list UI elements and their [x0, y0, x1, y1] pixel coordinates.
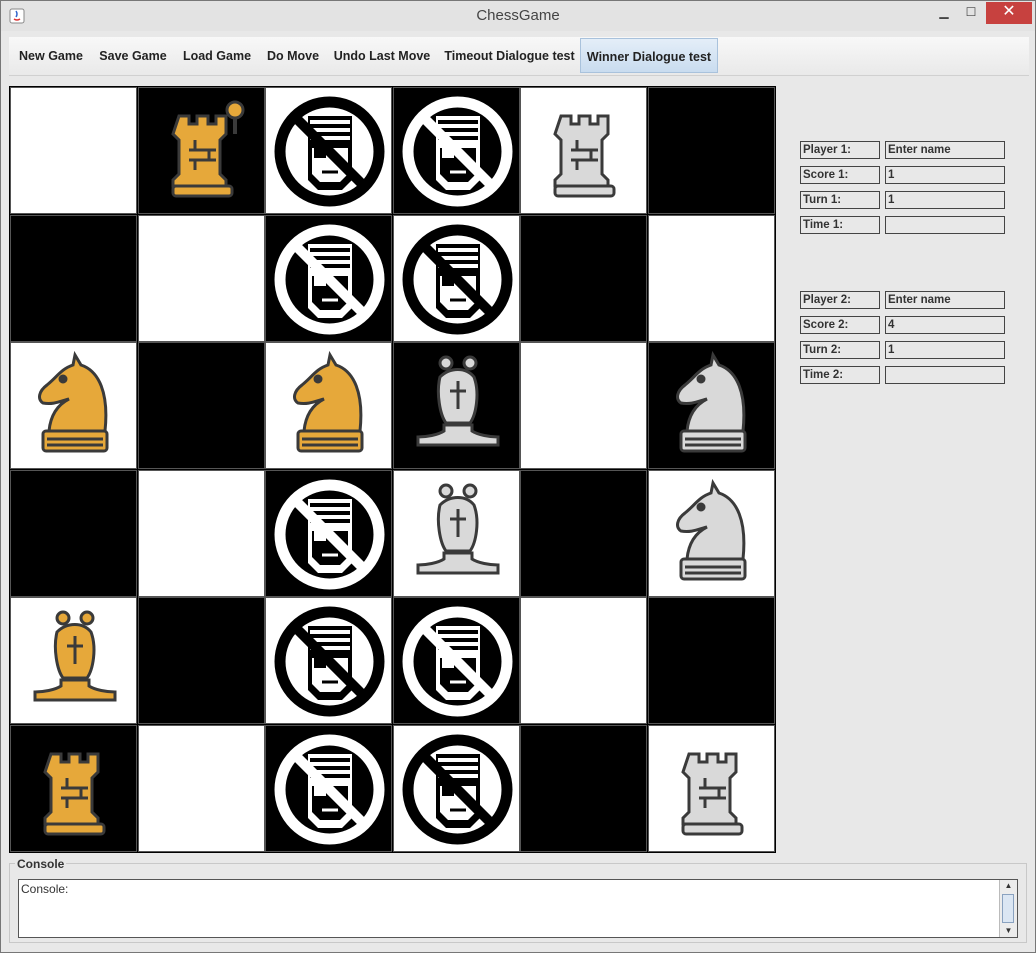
console-text: Console:: [21, 882, 69, 896]
player2-name-field[interactable]: Enter name: [885, 291, 1005, 309]
gold-rook-icon: [43, 752, 106, 835]
board-square-1-1[interactable]: [137, 214, 265, 342]
undo-last-move-button[interactable]: Undo Last Move: [328, 38, 436, 73]
board-square-1-5[interactable]: [647, 214, 775, 342]
console-textarea[interactable]: Console: ▲ ▼: [18, 879, 1018, 938]
player2-time-label: Time 2:: [800, 366, 880, 384]
board-square-0-2[interactable]: [265, 87, 392, 214]
board-square-5-0[interactable]: [10, 724, 137, 852]
player1-time-field[interactable]: [885, 216, 1005, 234]
player2-time-field[interactable]: [885, 366, 1005, 384]
player2-turn-label: Turn 2:: [800, 341, 880, 359]
board-square-1-4[interactable]: [520, 214, 647, 342]
console-scrollbar[interactable]: ▲ ▼: [999, 880, 1017, 937]
pirate-icon: [274, 96, 385, 207]
board-square-1-2[interactable]: [265, 214, 392, 342]
gold-knight-icon: [38, 350, 109, 453]
app-window: ChessGame ▁ ☐ ✕ New Game Save Game Load …: [0, 0, 1036, 953]
board-square-2-5[interactable]: [647, 342, 775, 469]
board-square-5-4[interactable]: [520, 724, 647, 852]
board-square-5-2[interactable]: [265, 724, 392, 852]
player2-turn-field[interactable]: 1: [885, 341, 1005, 359]
maximize-button[interactable]: ☐: [956, 2, 986, 24]
pirate-icon: [274, 479, 385, 589]
pirate-icon: [402, 606, 512, 717]
board-square-1-0[interactable]: [10, 214, 137, 342]
board-square-4-2[interactable]: [265, 597, 392, 724]
new-game-button[interactable]: New Game: [11, 38, 91, 73]
board-square-4-4[interactable]: [520, 597, 647, 724]
board-square-2-4[interactable]: [520, 342, 647, 469]
player1-name-field[interactable]: Enter name: [885, 141, 1005, 159]
pirate-icon: [274, 224, 385, 334]
winner-dialogue-test-button[interactable]: Winner Dialogue test: [580, 38, 718, 73]
player1-score-field[interactable]: 1: [885, 166, 1005, 184]
board-square-0-4[interactable]: [520, 87, 647, 214]
gold-knight-icon: [293, 350, 364, 453]
board-square-4-5[interactable]: [647, 597, 775, 724]
board-square-0-1[interactable]: [137, 87, 265, 214]
load-game-button[interactable]: Load Game: [176, 38, 258, 73]
save-game-button[interactable]: Save Game: [93, 38, 173, 73]
board-square-2-0[interactable]: [10, 342, 137, 469]
pirate-icon: [402, 734, 512, 844]
board-square-4-1[interactable]: [137, 597, 265, 724]
timeout-dialogue-test-button[interactable]: Timeout Dialogue test: [439, 38, 580, 73]
board-square-3-0[interactable]: [10, 469, 137, 597]
board-square-5-5[interactable]: [647, 724, 775, 852]
silver-bishop-icon: [416, 355, 499, 447]
player1-turn-field[interactable]: 1: [885, 191, 1005, 209]
board-square-5-3[interactable]: [392, 724, 520, 852]
player1-turn-label: Turn 1:: [800, 191, 880, 209]
gold-rook-key-icon: [170, 100, 244, 198]
minimize-button[interactable]: ▁: [929, 2, 959, 24]
board-square-3-1[interactable]: [137, 469, 265, 597]
pirate-icon: [274, 606, 385, 717]
pirate-icon: [274, 734, 385, 844]
silver-rook-icon: [553, 114, 616, 198]
board-square-5-1[interactable]: [137, 724, 265, 852]
board-square-3-3[interactable]: [392, 469, 520, 597]
player1-score-label: Score 1:: [800, 166, 880, 184]
player2-score-label: Score 2:: [800, 316, 880, 334]
scroll-thumb[interactable]: [1002, 894, 1014, 923]
scroll-up-arrow-icon[interactable]: ▲: [1000, 880, 1017, 892]
close-button[interactable]: ✕: [986, 2, 1032, 24]
board-square-3-2[interactable]: [265, 469, 392, 597]
gold-bishop-icon: [33, 610, 117, 702]
board-square-4-0[interactable]: [10, 597, 137, 724]
toolbar: New Game Save Game Load Game Do Move Und…: [9, 37, 1029, 76]
board-square-4-3[interactable]: [392, 597, 520, 724]
chess-board: [9, 86, 776, 853]
board-square-1-3[interactable]: [392, 214, 520, 342]
title-bar[interactable]: ChessGame ▁ ☐ ✕: [1, 1, 1035, 31]
board-square-3-4[interactable]: [520, 469, 647, 597]
board-square-2-2[interactable]: [265, 342, 392, 469]
silver-knight-icon: [675, 350, 746, 453]
player2-name-label: Player 2:: [800, 291, 880, 309]
do-move-button[interactable]: Do Move: [261, 38, 325, 73]
board-square-2-3[interactable]: [392, 342, 520, 469]
silver-rook-icon: [680, 752, 743, 835]
board-square-0-3[interactable]: [392, 87, 520, 214]
scroll-down-arrow-icon[interactable]: ▼: [1000, 925, 1017, 937]
board-square-2-1[interactable]: [137, 342, 265, 469]
pirate-icon: [402, 224, 512, 334]
board-square-0-0[interactable]: [10, 87, 137, 214]
silver-bishop-icon: [416, 483, 499, 574]
silver-knight-icon: [675, 478, 746, 580]
player2-score-field[interactable]: 4: [885, 316, 1005, 334]
board-square-0-5[interactable]: [647, 87, 775, 214]
window-title: ChessGame: [476, 7, 560, 24]
player1-time-label: Time 1:: [800, 216, 880, 234]
pirate-icon: [402, 96, 512, 207]
player1-name-label: Player 1:: [800, 141, 880, 159]
console-legend: Console: [15, 857, 67, 871]
board-square-3-5[interactable]: [647, 469, 775, 597]
